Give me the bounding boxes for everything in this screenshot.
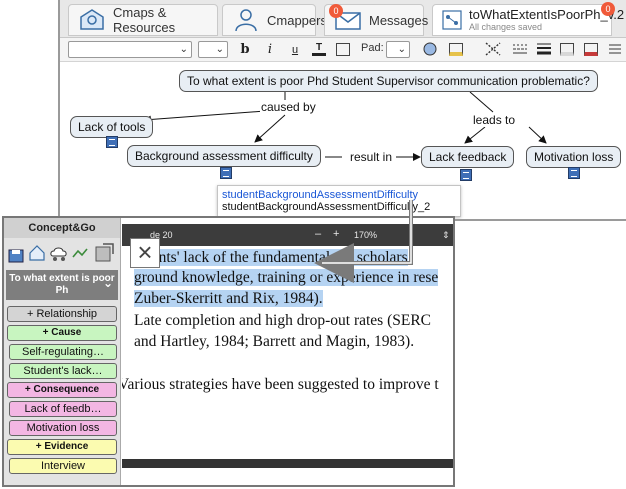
concept-lack-feedback[interactable]: Lack feedback [421,146,515,168]
chevron-down-icon: ⌄ [102,276,113,290]
add-cause-button[interactable]: + Cause [7,325,117,341]
zoom-level[interactable]: 170% [354,230,377,240]
tab-label: Cmaps & Resources [113,5,176,35]
concept-root-question[interactable]: To what extent is poor Phd Student Super… [179,70,598,92]
concept-go-window: Concept&Go To what extent is poor Ph ⌄ +… [2,216,455,487]
tab-cmaps-resources[interactable]: Cmaps & Resources [68,4,218,36]
pad-select[interactable]: ⌄ [386,41,410,58]
resource-icon[interactable] [460,169,472,181]
connect-icon[interactable] [71,247,89,266]
current-question-selector[interactable]: To what extent is poor Ph ⌄ [6,270,118,300]
concept-go-sidebar: Concept&Go To what extent is poor Ph ⌄ +… [4,218,121,485]
add-relationship-button[interactable]: + Relationship [7,306,117,322]
concept-motivation-loss[interactable]: Motivation loss [526,146,622,168]
close-icon[interactable]: × [130,238,160,268]
shape-icon[interactable] [422,41,438,59]
tab-current-map[interactable]: toWhatExtentIsPoorPh_v.2 All changes sav… [432,2,624,36]
tab-cmappers[interactable]: Cmappers [222,4,327,36]
pad-label: Pad: [361,42,384,54]
line-thickness-icon[interactable] [536,41,552,59]
resource-icon[interactable] [106,136,118,148]
resource-link-2[interactable]: studentBackgroundAssessmentDifficulty_2 [222,201,456,213]
align-icon[interactable] [608,41,622,59]
save-icon[interactable] [8,246,24,269]
border-color-button[interactable] [449,43,463,56]
resource-icon[interactable] [220,167,232,179]
zoom-select-arrow-icon[interactable]: ⇕ [442,230,450,241]
underline-button[interactable]: u [288,41,302,59]
zoom-out-button[interactable]: – [315,228,321,240]
concept-lack-of-tools[interactable]: Lack of tools [70,116,154,138]
tab-label: Messages [369,12,429,28]
cmaps-icon [77,7,107,33]
export-icon[interactable] [93,242,115,269]
resource-popup: studentBackgroundAssessmentDifficulty st… [217,185,461,217]
cause-item[interactable]: Student's lack… [9,363,117,379]
cmap-window: Cmaps & Resources Cmappers 0 Messages to… [58,0,626,221]
shadow-color-button[interactable] [584,43,598,56]
text-color-button[interactable]: T [312,41,326,56]
pdf-toolbar: de 20 – + 170% ⇕ [122,224,453,246]
concept-background-assessment[interactable]: Background assessment difficulty [127,145,321,167]
panel-header: Concept&Go [4,218,120,238]
zoom-in-button[interactable]: + [333,228,339,240]
resource-link-1[interactable]: studentBackgroundAssessmentDifficulty [222,189,456,201]
pdf-text-line: dents' lack of the fundamentals of schol… [144,249,408,266]
cause-item[interactable]: Self-regulating… [9,344,117,360]
pdf-text-line: ground knowledge, training or experience… [134,269,439,286]
link-leads-to[interactable]: leads to [472,113,517,127]
consequence-item[interactable]: Motivation loss [9,420,117,436]
home-icon[interactable] [28,244,46,267]
font-size-select[interactable]: ⌄ [198,41,228,58]
tab-bar: Cmaps & Resources Cmappers 0 Messages to… [60,0,626,38]
consequence-item[interactable]: Lack of feedb… [9,401,117,417]
envelope-icon: 0 [329,4,363,33]
line-color-button[interactable] [560,43,574,56]
pdf-text-line: Various strategies have been suggested t… [122,376,439,393]
format-toolbar: ⌄ ⌄ b i u T Pad: ⌄ [60,38,626,62]
pdf-text-line: Zuber-Skerritt and Rix, 1984). [134,290,323,307]
pdf-page-separator [122,459,453,468]
save-status: All changes saved [469,21,543,32]
link-caused-by[interactable]: caused by [260,100,317,114]
cloud-sync-icon[interactable] [49,244,69,267]
concept-map-canvas[interactable]: To what extent is poor Phd Student Super… [60,63,626,219]
evidence-item[interactable]: Interview [9,458,117,474]
cmap-doc-icon [441,7,463,33]
pdf-text-line: and Hartley, 1984; Barrett and Magin, 19… [134,333,415,350]
font-family-select[interactable]: ⌄ [68,41,192,58]
add-consequence-button[interactable]: + Consequence [7,382,117,398]
person-icon [231,7,261,33]
tab-messages[interactable]: 0 Messages [324,4,428,36]
bold-button[interactable]: b [238,41,252,59]
current-question: To what extent is poor Ph [9,273,115,296]
pdf-text-line: Late completion and high drop-out rates … [134,312,432,329]
pdf-viewer[interactable]: de 20 – + 170% ⇕ dents' lack of the fund… [122,218,453,485]
resource-icon[interactable] [568,167,580,179]
italic-button[interactable]: i [263,41,277,59]
map-badge: 0 [601,2,615,16]
fill-color-button[interactable] [336,43,350,56]
line-dash-icon[interactable] [512,41,528,59]
tab-label: Cmappers [267,12,327,28]
messages-badge: 0 [329,4,343,18]
add-evidence-button[interactable]: + Evidence [7,439,117,455]
panel-toolbar [4,238,120,270]
link-result-in[interactable]: result in [349,150,394,164]
connection-style-icon[interactable] [484,41,502,59]
